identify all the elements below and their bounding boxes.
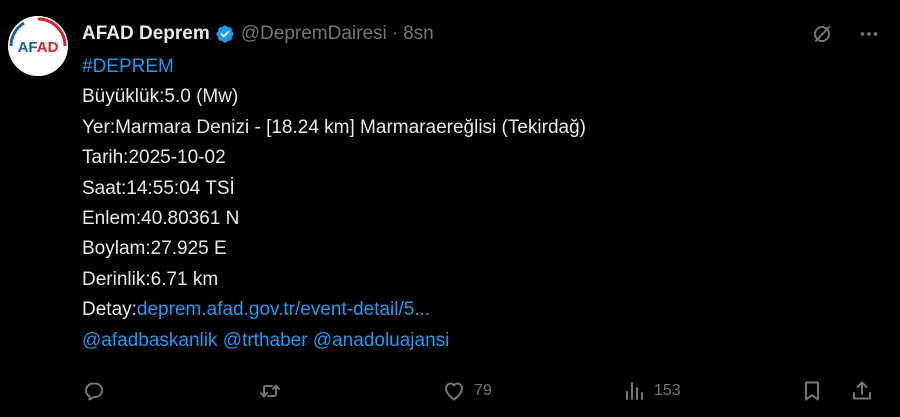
- like-icon: [442, 379, 466, 403]
- latitude-text: Enlem:40.80361 N: [82, 208, 240, 230]
- detail-label: Detay:: [82, 299, 137, 321]
- separator-dot: ·: [391, 23, 399, 44]
- more-icon[interactable]: [858, 23, 880, 45]
- detail-link[interactable]: deprem.afad.gov.tr/event-detail/5...: [137, 299, 430, 320]
- avatar[interactable]: AFAD: [8, 16, 68, 76]
- date-text: Tarih:2025-10-02: [82, 147, 226, 169]
- reply-button[interactable]: [82, 377, 106, 405]
- like-count: 79: [474, 382, 492, 399]
- display-name[interactable]: AFAD Deprem: [82, 23, 210, 45]
- magnitude-text: Büyüklük:5.0 (Mw): [82, 86, 239, 108]
- mention-link[interactable]: @afadbaskanlik: [82, 330, 217, 351]
- bookmark-icon: [800, 379, 824, 403]
- header-actions: [810, 22, 880, 46]
- retweet-button[interactable]: [258, 377, 282, 405]
- mention-link[interactable]: @anadoluajansi: [313, 330, 450, 351]
- handle[interactable]: @DepremDairesi: [241, 23, 387, 45]
- tweet-text: #DEPREM Büyüklük:5.0 (Mw) Yer:Marmara De…: [82, 52, 882, 356]
- verified-badge-icon: [215, 24, 235, 44]
- hashtag-link[interactable]: #DEPREM: [82, 56, 174, 77]
- afad-logo: AFAD: [8, 16, 68, 76]
- retweet-icon: [258, 379, 282, 403]
- share-icon: [850, 379, 874, 403]
- tweet-header: AFAD Deprem @DepremDairesi · 8sn: [82, 21, 880, 47]
- bookmark-button[interactable]: [800, 377, 824, 405]
- timestamp[interactable]: 8sn: [403, 23, 434, 45]
- longitude-text: Boylam:27.925 E: [82, 238, 227, 260]
- views-icon: [622, 379, 646, 403]
- action-bar: 79 153: [82, 377, 880, 405]
- views-button[interactable]: 153: [622, 377, 681, 405]
- share-button[interactable]: [850, 377, 874, 405]
- mention-link[interactable]: @trthaber: [223, 330, 308, 351]
- tweet: AFAD AFAD Deprem @DepremDairesi · 8sn #D…: [0, 0, 900, 417]
- time-text: Saat:14:55:04 TSİ: [82, 177, 235, 199]
- avatar-text: AFAD: [18, 39, 59, 56]
- location-text: Yer:Marmara Denizi - [18.24 km] Marmarae…: [82, 116, 587, 138]
- depth-text: Derinlik:6.71 km: [82, 268, 219, 290]
- grok-icon[interactable]: [810, 22, 834, 46]
- reply-icon: [82, 379, 106, 403]
- like-button[interactable]: 79: [442, 377, 492, 405]
- views-count: 153: [654, 382, 681, 399]
